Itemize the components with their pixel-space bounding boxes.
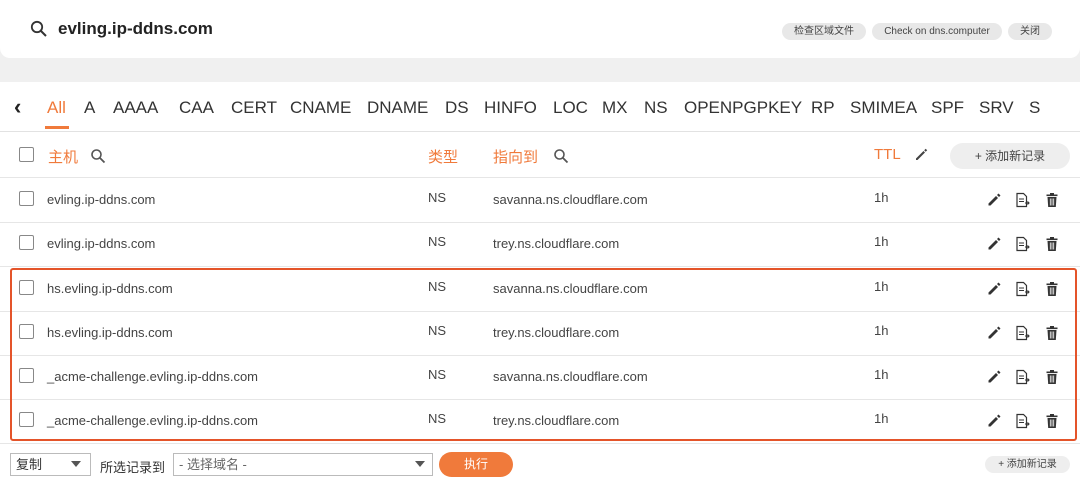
record-host: evling.ip-ddns.com	[47, 192, 156, 208]
tab-all[interactable]: All	[47, 98, 66, 118]
highlight-box	[10, 268, 1077, 441]
add-record-button-footer[interactable]: + 添加新记录	[985, 456, 1070, 473]
column-host[interactable]: 主机	[48, 146, 78, 167]
tab-overflow[interactable]: S	[1029, 98, 1040, 118]
tab-smimea[interactable]: SMIMEA	[850, 98, 917, 118]
record-type: NS	[428, 190, 447, 206]
record-type-tabs: ‹ All A AAAA CAA CERT CNAME DNAME DS HIN…	[0, 82, 1080, 132]
record-target: trey.ns.cloudflare.com	[493, 236, 620, 252]
tab-srv[interactable]: SRV	[979, 98, 1014, 118]
chevron-down-icon	[71, 461, 81, 467]
tab-openpgpkey[interactable]: OPENPGPKEY	[684, 98, 802, 118]
tab-mx[interactable]: MX	[602, 98, 628, 118]
check-dns-computer-button[interactable]: Check on dns.computer	[872, 23, 1002, 40]
duplicate-icon[interactable]	[1014, 236, 1030, 252]
domain-select[interactable]: - 选择域名 -	[173, 453, 433, 476]
trash-icon[interactable]	[1044, 236, 1060, 252]
pencil-icon[interactable]	[913, 147, 929, 163]
record-target: savanna.ns.cloudflare.com	[493, 192, 648, 208]
record-ttl: 1h	[874, 234, 889, 250]
record-type: NS	[428, 234, 447, 250]
record-host: evling.ip-ddns.com	[47, 236, 156, 252]
chevron-left-icon[interactable]: ‹	[14, 94, 21, 120]
tab-a[interactable]: A	[84, 98, 95, 118]
tab-dname[interactable]: DNAME	[367, 98, 428, 118]
check-zone-file-button[interactable]: 检查区域文件	[782, 23, 866, 40]
header-bar: evling.ip-ddns.com 检查区域文件 Check on dns.c…	[0, 0, 1080, 58]
tab-hinfo[interactable]: HINFO	[484, 98, 537, 118]
footer-label: 所选记录到	[100, 460, 166, 475]
chevron-down-icon	[415, 461, 425, 467]
tab-ds[interactable]: DS	[445, 98, 469, 118]
duplicate-icon[interactable]	[1014, 192, 1030, 208]
search-icon[interactable]	[90, 148, 106, 164]
tab-cname[interactable]: CNAME	[290, 98, 351, 118]
row-checkbox[interactable]	[19, 191, 34, 207]
domain-title: evling.ip-ddns.com	[58, 19, 213, 38]
row-checkbox[interactable]	[19, 235, 34, 251]
tab-aaaa[interactable]: AAAA	[113, 98, 158, 118]
execute-button[interactable]: 执行	[439, 452, 513, 477]
edit-icon[interactable]	[986, 236, 1002, 252]
active-tab-indicator	[45, 126, 69, 129]
record-ttl: 1h	[874, 190, 889, 206]
edit-icon[interactable]	[986, 192, 1002, 208]
divider	[0, 222, 1080, 224]
tab-caa[interactable]: CAA	[179, 98, 214, 118]
trash-icon[interactable]	[1044, 192, 1060, 208]
divider	[0, 177, 1080, 178]
tab-ns[interactable]: NS	[644, 98, 668, 118]
close-button[interactable]: 关闭	[1008, 23, 1052, 40]
divider	[0, 443, 1080, 445]
tab-spf[interactable]: SPF	[931, 98, 964, 118]
tab-cert[interactable]: CERT	[231, 98, 277, 118]
add-record-button[interactable]: + 添加新记录	[950, 143, 1070, 169]
column-target[interactable]: 指向到	[493, 146, 538, 167]
tab-loc[interactable]: LOC	[553, 98, 588, 118]
search-icon[interactable]	[553, 148, 569, 164]
tab-rp[interactable]: RP	[811, 98, 835, 118]
select-all-checkbox[interactable]	[19, 147, 34, 162]
search-icon	[30, 20, 47, 37]
column-ttl[interactable]: TTL	[874, 146, 901, 163]
column-type[interactable]: 类型	[428, 146, 458, 167]
